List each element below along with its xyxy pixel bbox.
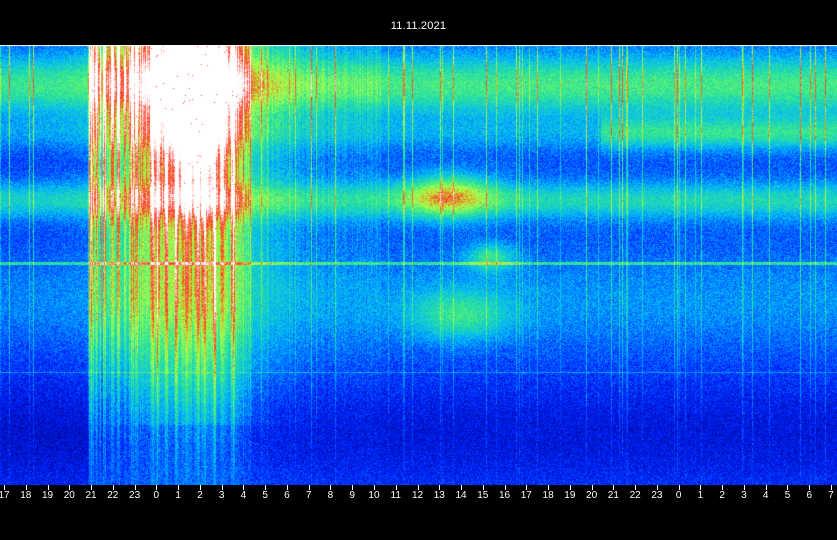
x-tick-label: 10: [368, 490, 380, 501]
x-tick-label: 23: [651, 490, 663, 501]
x-tick-label: 16: [498, 490, 511, 501]
x-tick-label: 13: [433, 490, 445, 501]
x-tick-label: 4: [240, 490, 247, 501]
x-tick-label: 19: [41, 490, 54, 501]
x-tick-label: 2: [197, 490, 203, 501]
x-tick-label: 5: [262, 490, 268, 501]
x-tick-label: 21: [607, 490, 619, 501]
x-tick-label: 3: [741, 490, 747, 501]
spectrogram-canvas: [0, 45, 837, 485]
x-tick-label: 21: [85, 490, 97, 501]
x-tick-label: 15: [477, 490, 489, 501]
x-tick-label: 19: [564, 490, 576, 501]
x-tick-label: 6: [806, 490, 813, 501]
x-tick-label: 8: [327, 490, 334, 501]
x-tick-label: 22: [629, 490, 641, 501]
x-tick-label: 23: [129, 490, 141, 501]
x-tick-label: 4: [762, 490, 769, 501]
x-tick-label: 20: [586, 490, 598, 501]
x-tick-label: 14: [455, 490, 467, 501]
x-tick-label: 22: [107, 490, 119, 501]
x-tick-label: 20: [63, 490, 75, 501]
x-tick-label: 17: [0, 490, 10, 501]
x-tick-label: 6: [284, 490, 290, 501]
x-tick-label: 18: [20, 490, 32, 501]
x-tick-label: 3: [218, 490, 225, 501]
x-tick-label: 17: [520, 490, 532, 501]
x-tick-label: 12: [411, 490, 424, 501]
x-tick-label: 1: [697, 490, 704, 501]
x-tick-label: 7: [828, 490, 834, 501]
x-axis: 17 18 19 20 21 22 23 0 1 2 3 4 5 6 7 8 9 10 11 12 13 14 15 16 17…: [0, 485, 837, 515]
x-tick-label: 9: [349, 490, 355, 501]
x-tick-label: 2: [719, 490, 725, 501]
x-tick-label: 18: [542, 490, 554, 501]
x-tick-label: 1: [175, 490, 181, 501]
chart-title: 11.11.2021: [390, 20, 447, 32]
x-tick-label: 5: [784, 490, 791, 501]
spectrogram-plot: [0, 45, 837, 485]
x-tick-label: 11: [390, 490, 401, 501]
x-tick-label: 0: [675, 490, 682, 501]
x-tick-label: 0: [153, 490, 160, 501]
x-tick-label: 7: [305, 490, 312, 501]
